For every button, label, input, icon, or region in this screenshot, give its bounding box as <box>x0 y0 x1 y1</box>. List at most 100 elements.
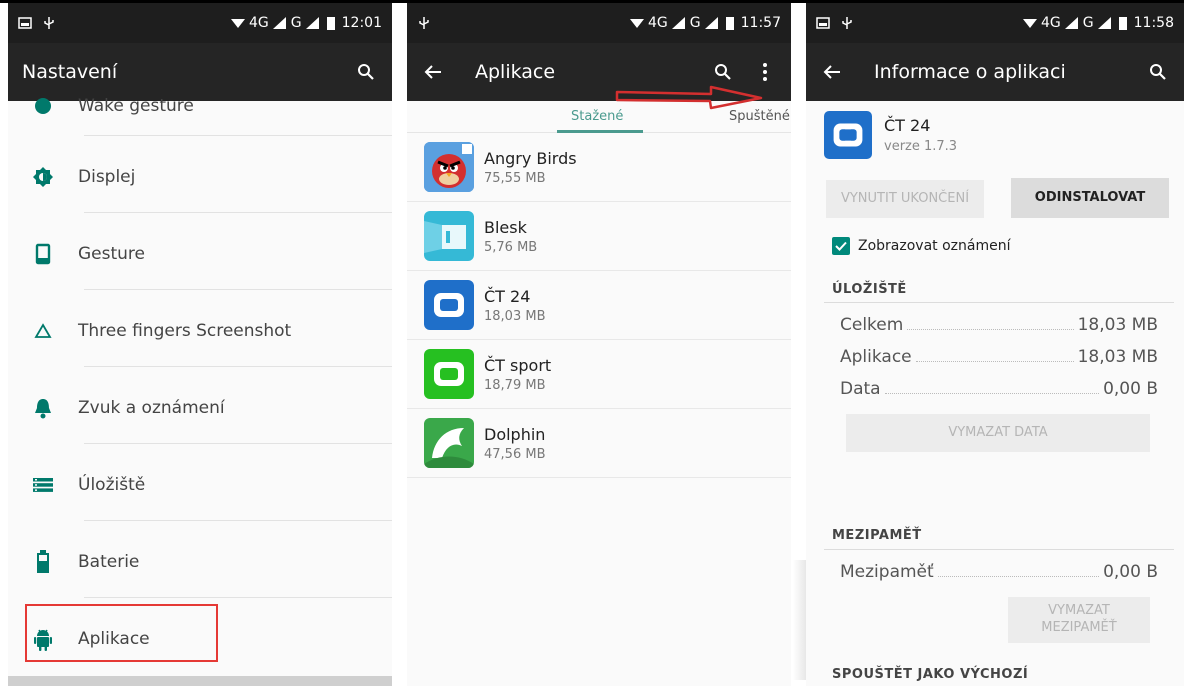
search-icon[interactable] <box>711 60 735 84</box>
uninstall-button[interactable]: ODINSTALOVAT <box>1011 178 1169 218</box>
battery-icon <box>37 549 49 573</box>
network-type-2: G <box>290 15 302 31</box>
app-name: Angry Birds <box>484 148 577 168</box>
app-row-blesk[interactable]: Blesk 5,76 MB <box>407 202 791 271</box>
storage-value: 18,03 MB <box>1077 347 1158 367</box>
storage-data-row: Data 0,00 B <box>840 379 1158 399</box>
settings-screen: 4G G 12:01 Nastavení Wake gesture Disple… <box>8 3 392 686</box>
settings-item-label: Baterie <box>78 551 140 572</box>
scroll-shadow <box>8 676 392 686</box>
wifi-icon <box>231 19 246 28</box>
settings-item-gesture[interactable]: Gesture <box>8 215 392 292</box>
app-name: ČT sport <box>484 355 552 375</box>
tab-running[interactable]: Spuštěné <box>729 109 790 124</box>
storage-app-row: Aplikace 18,03 MB <box>840 347 1158 367</box>
settings-item-label: Displej <box>78 166 136 187</box>
status-time: 12:01 <box>341 15 382 31</box>
usb-icon <box>419 17 429 29</box>
ct24-icon <box>424 280 474 330</box>
app-name: ČT 24 <box>484 286 531 306</box>
app-info-screen: 4G G 11:58 Informace o aplikaci ČT 24 ve… <box>806 3 1184 686</box>
status-time: 11:58 <box>1133 15 1174 31</box>
wifi-icon <box>1023 19 1038 28</box>
cache-row: Mezipaměť 0,00 B <box>840 562 1158 582</box>
app-list: Angry Birds 75,55 MB Blesk 5,76 MB ČT 24… <box>407 133 791 478</box>
more-options-icon[interactable] <box>753 60 777 84</box>
bell-icon <box>35 398 51 418</box>
app-size: 5,76 MB <box>484 239 538 255</box>
tab-downloaded[interactable]: Stažené <box>571 109 623 124</box>
settings-item-battery[interactable]: Baterie <box>8 523 392 600</box>
battery-status-icon <box>1118 17 1127 30</box>
storage-icon <box>33 477 53 492</box>
settings-list: Wake gesture Displej Gesture Three finge… <box>8 96 392 686</box>
status-bar: 4G G 12:01 <box>8 3 392 43</box>
network-type: 4G <box>249 15 269 31</box>
page-title: Aplikace <box>475 61 556 83</box>
settings-item-three-fingers[interactable]: Three fingers Screenshot <box>8 292 392 369</box>
force-stop-button[interactable]: VYNUTIT UKONČENÍ <box>826 180 984 218</box>
app-size: 75,55 MB <box>484 170 546 186</box>
divider <box>84 443 392 444</box>
divider <box>84 597 392 598</box>
signal-icon-2 <box>1097 17 1111 29</box>
clear-cache-button[interactable]: VYMAZAT MEZIPAMĚŤ <box>1008 597 1150 643</box>
ct-sport-icon <box>424 349 474 399</box>
storage-label: Data <box>840 379 881 399</box>
signal-icon <box>671 17 685 29</box>
divider <box>824 302 1174 303</box>
network-type-2: G <box>689 15 701 31</box>
divider <box>84 135 392 136</box>
signal-icon <box>272 17 286 29</box>
app-name: Blesk <box>484 217 527 237</box>
launch-default-heading: SPOUŠTĚT JAKO VÝCHOZÍ <box>832 667 1029 682</box>
app-row-ct24[interactable]: ČT 24 18,03 MB <box>407 271 791 340</box>
back-arrow-icon[interactable] <box>820 60 844 84</box>
battery-status-icon <box>725 17 734 30</box>
storage-label: Celkem <box>840 315 904 335</box>
storage-total-row: Celkem 18,03 MB <box>840 315 1158 335</box>
app-row-angry-birds[interactable]: Angry Birds 75,55 MB <box>407 133 791 202</box>
divider <box>824 549 1174 550</box>
settings-item-sound[interactable]: Zvuk a oznámení <box>8 369 392 446</box>
clear-cache-label-line1: VYMAZAT <box>1048 603 1110 618</box>
network-type: 4G <box>1041 15 1061 31</box>
settings-item-label: Wake gesture <box>78 95 194 116</box>
settings-item-label: Gesture <box>78 243 146 264</box>
app-size: 18,03 MB <box>484 308 546 324</box>
red-arrow-annotation <box>615 85 763 110</box>
status-bar: 4G G 11:57 <box>407 3 791 43</box>
app-row-ct-sport[interactable]: ČT sport 18,79 MB <box>407 340 791 409</box>
checkbox-checked-icon[interactable] <box>832 237 850 255</box>
image-notification-icon <box>816 17 830 29</box>
usb-icon <box>842 17 852 29</box>
app-info-content: ČT 24 verze 1.7.3 VYNUTIT UKONČENÍ ODINS… <box>806 101 1184 686</box>
cache-label: Mezipaměť <box>840 562 934 582</box>
settings-item-label: Zvuk a oznámení <box>78 397 225 418</box>
storage-heading: ÚLOŽIŠTĚ <box>832 282 907 297</box>
settings-item-wake-gesture[interactable]: Wake gesture <box>8 67 392 144</box>
clear-cache-label-line2: MEZIPAMĚŤ <box>1041 620 1117 635</box>
blesk-icon <box>424 211 474 261</box>
settings-item-label: Úložiště <box>78 474 146 495</box>
settings-item-storage[interactable]: Úložiště <box>8 446 392 523</box>
image-notification-icon <box>18 17 32 29</box>
highlight-box <box>25 604 218 662</box>
search-icon[interactable] <box>1146 60 1170 84</box>
usb-icon <box>44 17 54 29</box>
settings-item-display[interactable]: Displej <box>8 138 392 215</box>
ct24-icon <box>824 111 872 159</box>
app-name: ČT 24 <box>884 116 931 135</box>
back-arrow-icon[interactable] <box>421 60 445 84</box>
apps-screen: 4G G 11:57 Aplikace Stažené Spuštěné Ang… <box>407 3 791 686</box>
signal-icon-2 <box>704 17 718 29</box>
storage-value: 0,00 B <box>1103 379 1158 399</box>
app-row-dolphin[interactable]: Dolphin 47,56 MB <box>407 409 791 478</box>
network-type-2: G <box>1082 15 1094 31</box>
gesture-icon <box>35 97 51 114</box>
notifications-row[interactable]: Zobrazovat oznámení <box>832 237 1010 255</box>
clear-data-button[interactable]: VYMAZAT DATA <box>846 414 1150 452</box>
status-bar: 4G G 11:58 <box>806 3 1184 43</box>
screenshot-root: 4G G 12:01 Nastavení Wake gesture Disple… <box>0 0 1184 686</box>
notifications-label: Zobrazovat oznámení <box>858 238 1011 254</box>
